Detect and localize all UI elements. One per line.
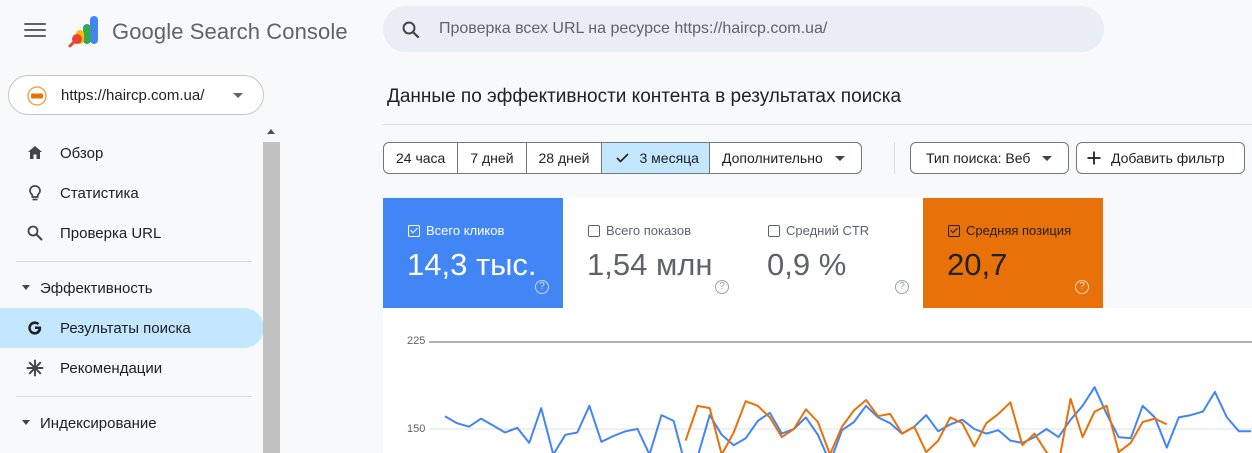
search-icon (402, 21, 420, 39)
url-inspection-search[interactable] (383, 6, 1104, 52)
date-range-selector: 24 часа 7 дней 28 дней 3 месяца Дополнит… (383, 142, 862, 174)
sidebar-section-indexing[interactable]: Индексирование (0, 405, 264, 441)
property-url: https://haircp.com.ua/ (61, 87, 205, 104)
main-menu-button[interactable] (24, 20, 46, 42)
position-series-line (684, 397, 1168, 453)
sidebar-item-label: Обзор (60, 145, 104, 162)
site-favicon-icon (27, 86, 47, 106)
help-icon[interactable]: ? (715, 280, 729, 294)
sidebar-item-label: Статистика (60, 185, 139, 202)
lightbulb-icon (29, 185, 41, 201)
expand-triangle-icon (22, 285, 30, 290)
add-filter-button[interactable]: Добавить фильтр (1076, 142, 1245, 174)
help-icon[interactable]: ? (895, 280, 909, 294)
help-icon[interactable]: ? (1075, 280, 1089, 294)
google-g-icon (28, 321, 42, 335)
sidebar-scrollbar-thumb[interactable] (263, 142, 280, 453)
date-range-label: 3 месяца (639, 150, 699, 166)
metric-value: 1,54 млн (587, 247, 713, 282)
metric-value: 0,9 % (767, 247, 847, 282)
checkbox-checked-icon[interactable] (408, 225, 420, 237)
metric-value: 20,7 (947, 247, 1008, 282)
sidebar-item-label: Рекомендации (60, 360, 163, 377)
date-range-label: 7 дней (470, 150, 514, 166)
sidebar-item-search-results[interactable]: Результаты поиска (0, 308, 264, 348)
sidebar-item-label: Проверка URL (60, 225, 162, 242)
date-range-3m[interactable]: 3 месяца (602, 143, 710, 173)
sidebar-section-performance[interactable]: Эффективность (0, 270, 264, 306)
plus-icon (1087, 151, 1101, 165)
metric-card-position[interactable]: Средняя позиция 20,7 ? (923, 198, 1103, 308)
date-range-28d[interactable]: 28 дней (527, 143, 603, 173)
section-label: Эффективность (40, 280, 153, 297)
sidebar-divider (16, 396, 252, 397)
sidebar-item-label: Результаты поиска (60, 320, 191, 337)
add-filter-label: Добавить фильтр (1111, 150, 1225, 166)
metric-card-clicks[interactable]: Всего кликов 14,3 тыс. ? (383, 198, 563, 308)
y-tick-label: 150 (407, 423, 426, 435)
help-icon[interactable]: ? (535, 280, 549, 294)
search-type-filter[interactable]: Тип поиска: Веб (910, 142, 1069, 174)
search-console-logo (68, 16, 98, 48)
checkbox-checked-icon[interactable] (948, 225, 960, 237)
metric-label: Средняя позиция (966, 223, 1072, 238)
sparkle-icon (26, 359, 44, 377)
property-selector[interactable]: https://haircp.com.ua/ (8, 75, 264, 115)
chevron-down-icon (233, 93, 243, 98)
metric-card-impressions[interactable]: Всего показов 1,54 млн ? (563, 198, 743, 308)
header-divider (383, 124, 1252, 125)
date-range-label: 24 часа (396, 150, 446, 166)
sidebar-item-insights[interactable]: Статистика (0, 173, 264, 213)
metric-label: Всего кликов (426, 223, 505, 238)
metric-label: Средний CTR (786, 223, 870, 238)
date-range-label: Дополнительно (721, 150, 823, 166)
metric-card-ctr[interactable]: Средний CTR 0,9 % ? (743, 198, 923, 308)
date-range-24h[interactable]: 24 часа (384, 143, 459, 173)
search-icon (27, 225, 43, 241)
y-tick-label: 225 (407, 335, 426, 347)
page-title: Данные по эффективности контента в резул… (387, 86, 902, 107)
chevron-down-icon (1042, 155, 1053, 161)
scroll-up-arrow-icon[interactable] (267, 129, 275, 134)
metric-label: Всего показов (606, 223, 691, 238)
app-title: Google Search Console (112, 19, 348, 44)
performance-chart (429, 341, 1252, 453)
check-icon (616, 153, 630, 163)
date-range-label: 28 дней (538, 150, 590, 166)
date-range-more[interactable]: Дополнительно (710, 143, 861, 173)
metric-value: 14,3 тыс. (407, 247, 537, 282)
sidebar-item-overview[interactable]: Обзор (0, 133, 264, 173)
expand-triangle-icon (22, 420, 30, 425)
toolbar-separator (894, 142, 895, 174)
date-range-7d[interactable]: 7 дней (458, 143, 527, 173)
checkbox-unchecked-icon[interactable] (588, 225, 600, 237)
chevron-down-icon (834, 155, 845, 161)
checkbox-unchecked-icon[interactable] (768, 225, 780, 237)
sidebar-item-recommendations[interactable]: Рекомендации (0, 348, 264, 388)
sidebar-item-url-inspection[interactable]: Проверка URL (0, 213, 264, 253)
section-label: Индексирование (40, 415, 157, 432)
search-type-label: Тип поиска: Веб (926, 150, 1031, 166)
home-icon (28, 146, 42, 159)
sidebar-divider (16, 261, 252, 262)
search-input[interactable] (439, 6, 1079, 52)
